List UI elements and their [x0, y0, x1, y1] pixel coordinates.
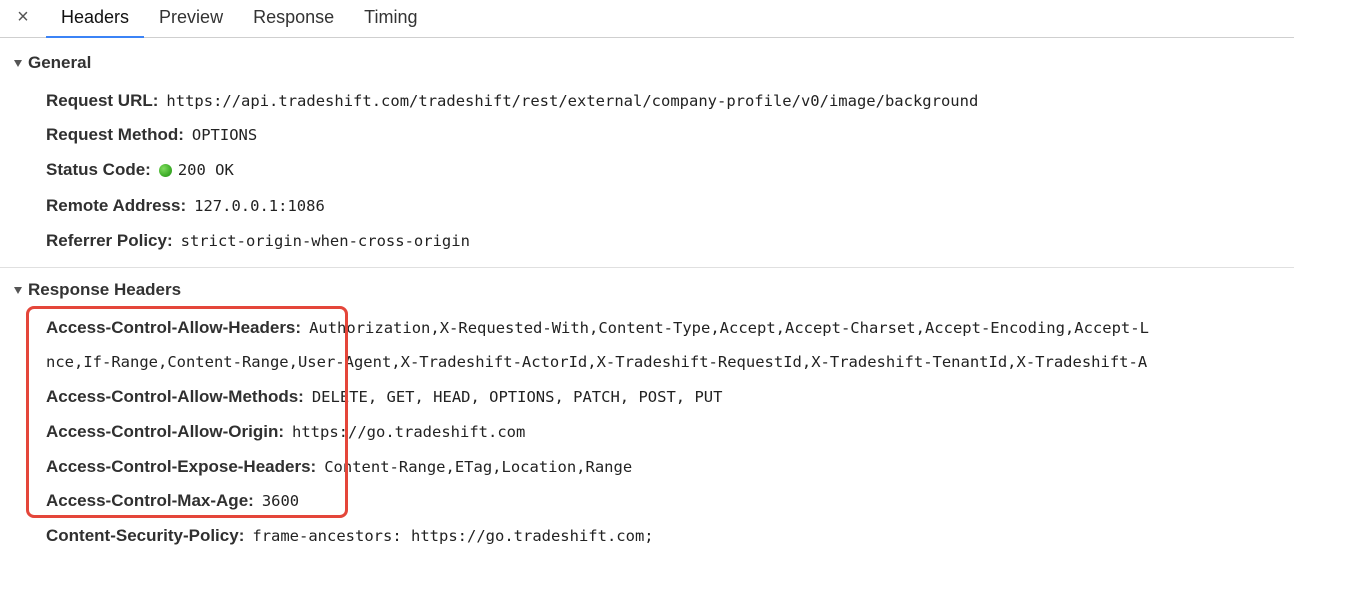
header-value: frame-ancestors: https://go.tradeshift.c… — [252, 527, 654, 545]
header-row-content-security-policy: Content-Security-Policy: frame-ancestors:… — [46, 519, 1294, 553]
header-row-remote-address: Remote Address: 127.0.0.1:1086 — [46, 189, 1294, 223]
header-key: Access-Control-Allow-Methods: — [46, 387, 304, 406]
header-row-allow-headers: Access-Control-Allow-Headers: Authorizati… — [46, 311, 1294, 345]
header-key: Request URL: — [46, 91, 159, 110]
response-headers-section-title: Response Headers — [28, 280, 182, 299]
header-row-allow-headers-continuation: nce,If-Range,Content-Range,User-Agent,X-… — [46, 345, 1294, 379]
header-value: https://api.tradeshift.com/tradeshift/re… — [166, 92, 979, 110]
header-value: Authorization,X-Requested-With,Content-T… — [309, 319, 1149, 337]
tab-timing[interactable]: Timing — [349, 0, 432, 37]
expand-triangle-icon — [14, 286, 22, 294]
header-key: Referrer Policy: — [46, 231, 173, 250]
header-value: OPTIONS — [191, 126, 258, 144]
header-row-request-method: Request Method: OPTIONS — [46, 118, 1294, 152]
header-key: Request Method: — [46, 125, 184, 144]
general-section-header[interactable]: General — [14, 51, 91, 75]
tab-bar: × Headers Preview Response Timing — [0, 0, 1294, 38]
header-value: Content-Range,ETag,Location,Range — [324, 458, 633, 476]
header-row-allow-methods: Access-Control-Allow-Methods: DELETE, GET… — [46, 380, 1294, 414]
tab-headers[interactable]: Headers — [46, 0, 145, 38]
header-key: Access-Control-Allow-Origin: — [46, 422, 285, 441]
header-key: Content-Security-Policy: — [46, 526, 245, 545]
header-value: DELETE, GET, HEAD, OPTIONS, PATCH, POST,… — [311, 388, 723, 406]
header-key: Access-Control-Max-Age: — [46, 491, 254, 510]
section-divider — [0, 267, 1294, 268]
header-value-continuation: nce,If-Range,Content-Range,User-Agent,X-… — [46, 353, 1148, 371]
tab-response[interactable]: Response — [238, 0, 349, 37]
header-key: Access-Control-Allow-Headers: — [46, 318, 302, 337]
header-row-max-age: Access-Control-Max-Age: 3600 — [46, 484, 1294, 518]
status-ok-icon — [158, 163, 172, 177]
header-value: strict-origin-when-cross-origin — [180, 232, 470, 250]
close-icon[interactable]: × — [0, 0, 46, 37]
header-row-status-code: Status Code: 200 OK — [46, 153, 1294, 187]
network-detail-panel: × Headers Preview Response Timing Genera… — [0, 0, 1348, 592]
general-section-title: General — [28, 53, 92, 72]
tab-preview[interactable]: Preview — [144, 0, 238, 37]
header-row-request-url: Request URL: https://api.tradeshift.com/t… — [46, 84, 1294, 118]
expand-triangle-icon — [14, 59, 22, 67]
header-value: 127.0.0.1:1086 — [194, 197, 325, 215]
header-key: Access-Control-Expose-Headers: — [46, 457, 317, 476]
header-key: Status Code: — [46, 160, 151, 179]
header-value: https://go.tradeshift.com — [292, 423, 526, 441]
response-headers-section-header[interactable]: Response Headers — [14, 278, 181, 302]
header-row-allow-origin: Access-Control-Allow-Origin: https://go.t… — [46, 415, 1294, 449]
header-row-referrer-policy: Referrer Policy: strict-origin-when-cross… — [46, 224, 1294, 258]
header-row-expose-headers: Access-Control-Expose-Headers: Content-Ra… — [46, 450, 1294, 484]
header-value: 200 OK — [177, 161, 234, 179]
header-key: Remote Address: — [46, 196, 187, 215]
header-value: 3600 — [261, 492, 300, 510]
